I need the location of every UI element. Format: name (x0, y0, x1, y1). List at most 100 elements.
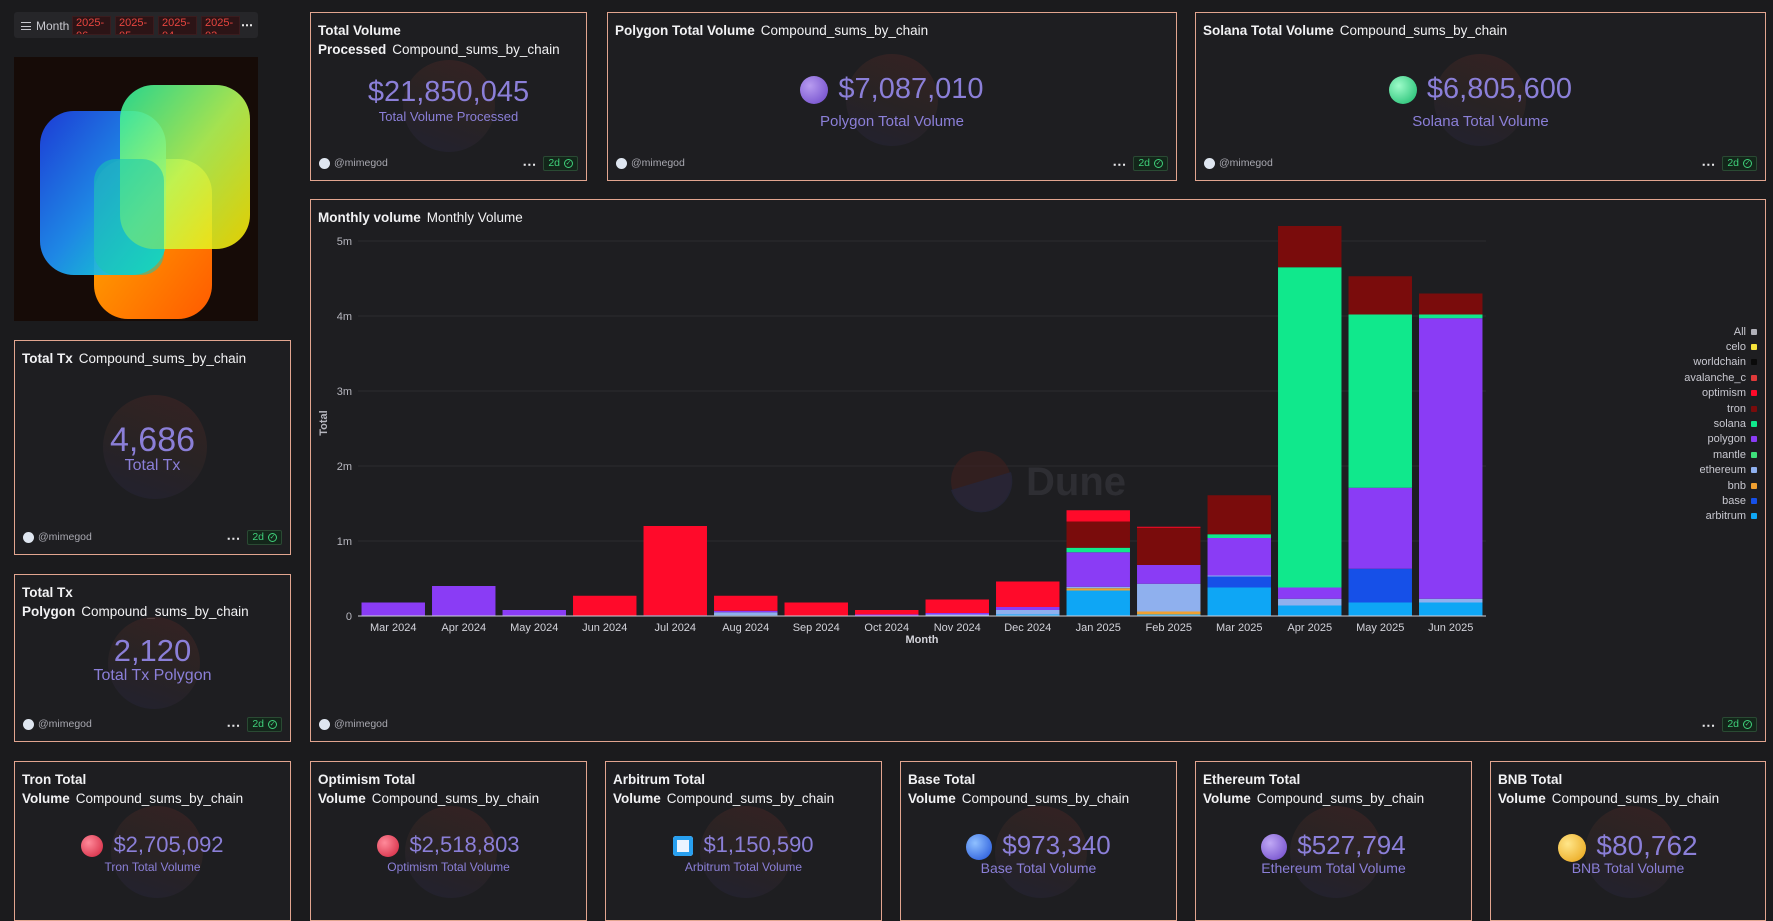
legend-item-ethereum[interactable]: ethereum (1647, 463, 1757, 478)
legend-item-optimism[interactable]: optimism (1647, 386, 1757, 401)
more-options-button[interactable]: ⋯ (1701, 157, 1715, 171)
bar-segment-ethereum[interactable] (1137, 583, 1201, 612)
bar-segment-optimism[interactable] (784, 602, 848, 617)
bar-segment-solana[interactable] (1207, 534, 1271, 538)
bar-segment-polygon[interactable] (925, 613, 989, 615)
bar-segment-ethereum[interactable] (1419, 598, 1483, 603)
bar-segment-polygon[interactable] (432, 586, 496, 616)
author-link[interactable]: @mimegod (23, 718, 92, 730)
query-name[interactable]: Compound_sums_by_chain (667, 791, 834, 806)
query-name[interactable]: Compound_sums_by_chain (962, 791, 1129, 806)
refresh-status-badge[interactable]: 2d ✓ (1722, 156, 1757, 171)
author-link[interactable]: @mimegod (616, 157, 685, 169)
bar-segment-ethereum[interactable] (714, 612, 778, 616)
bar-segment-ethereum[interactable] (996, 610, 1060, 615)
bar-segment-bnb[interactable] (1137, 611, 1201, 615)
bar-segment-arbitrum[interactable] (1278, 605, 1342, 617)
query-name[interactable]: Compound_sums_by_chain (372, 791, 539, 806)
author-link[interactable]: @mimegod (23, 531, 92, 543)
refresh-status-badge[interactable]: 2d ✓ (247, 530, 282, 545)
refresh-status-badge[interactable]: 2d ✓ (1133, 156, 1168, 171)
more-options-button[interactable]: ⋯ (1701, 718, 1715, 732)
bar-segment-optimism[interactable] (1137, 526, 1201, 528)
month-chip[interactable]: 2025-06 (72, 16, 111, 35)
bar-segment-polygon[interactable] (502, 610, 566, 616)
more-options-button[interactable]: ⋯ (1112, 157, 1126, 171)
month-chip[interactable]: 2025-04 (158, 16, 197, 35)
bar-segment-polygon[interactable] (1419, 318, 1483, 599)
bar-segment-optimism[interactable] (714, 595, 778, 611)
bar-segment-polygon[interactable] (996, 607, 1060, 610)
legend-item-base[interactable]: base (1647, 493, 1757, 508)
month-chip[interactable]: 2025-05 (115, 16, 154, 35)
bar-segment-solana[interactable] (1419, 314, 1483, 319)
bar-segment-solana[interactable] (1348, 314, 1412, 488)
bar-segment-tron[interactable] (1137, 527, 1201, 566)
bar-segment-polygon[interactable] (714, 610, 778, 613)
query-name[interactable]: Compound_sums_by_chain (1552, 791, 1719, 806)
legend-item-celo[interactable]: celo (1647, 339, 1757, 354)
bar-segment-tron[interactable] (1348, 276, 1412, 315)
bar-segment-solana[interactable] (1278, 267, 1342, 588)
more-filters-button[interactable]: ⋯ (241, 18, 253, 32)
bar-segment-bnb[interactable] (1066, 588, 1130, 591)
legend-item-polygon[interactable]: polygon (1647, 432, 1757, 447)
legend-item-arbitrum[interactable]: arbitrum (1647, 509, 1757, 524)
legend-item-avalanche_c[interactable]: avalanche_c (1647, 370, 1757, 385)
month-chip[interactable]: 2025-03 (201, 16, 240, 35)
bar-segment-optimism[interactable] (643, 526, 707, 616)
query-name[interactable]: Compound_sums_by_chain (761, 23, 928, 38)
query-name[interactable]: Compound_sums_by_chain (1340, 23, 1507, 38)
refresh-status-badge[interactable]: 2d ✓ (1722, 717, 1757, 732)
bar-segment-arbitrum[interactable] (1348, 602, 1412, 617)
bar-segment-optimism[interactable] (925, 599, 989, 614)
query-name[interactable]: Compound_sums_by_chain (392, 42, 559, 57)
more-options-button[interactable]: ⋯ (522, 157, 536, 171)
bar-segment-optimism[interactable] (1066, 510, 1130, 522)
bar-segment-optimism[interactable] (573, 595, 637, 616)
bar-segment-polygon[interactable] (855, 614, 919, 616)
bar-segment-polygon[interactable] (1278, 587, 1342, 599)
total-tx-polygon-card: Total Tx Polygon Compound_sums_by_chain 2… (14, 574, 291, 742)
bar-segment-polygon[interactable] (1066, 552, 1130, 587)
month-filter-button[interactable]: Month (21, 19, 69, 33)
bar-segment-polygon[interactable] (1207, 538, 1271, 576)
legend-item-mantle[interactable]: mantle (1647, 447, 1757, 462)
bar-segment-arbitrum[interactable] (1066, 590, 1130, 617)
bar-segment-ethereum[interactable] (925, 614, 989, 616)
query-name[interactable]: Compound_sums_by_chain (81, 604, 248, 619)
bar-segment-base[interactable] (1348, 568, 1412, 603)
legend-item-worldchain[interactable]: worldchain (1647, 355, 1757, 370)
bar-segment-tron[interactable] (1066, 521, 1130, 548)
bar-segment-ethereum[interactable] (1278, 598, 1342, 606)
bar-segment-polygon[interactable] (1137, 565, 1201, 584)
author-link[interactable]: @mimegod (319, 157, 388, 169)
bar-segment-optimism[interactable] (996, 581, 1060, 608)
bar-segment-polygon[interactable] (361, 602, 425, 617)
author-link[interactable]: @mimegod (1204, 157, 1273, 169)
author-link[interactable]: @mimegod (319, 718, 388, 730)
bar-segment-arbitrum[interactable] (1207, 587, 1271, 617)
card-title: Tron Total Volume Compound_sums_by_chain (22, 772, 244, 806)
bar-segment-base[interactable] (1207, 576, 1271, 588)
more-options-button[interactable]: ⋯ (226, 531, 240, 545)
bar-segment-ethereum[interactable] (1066, 586, 1130, 589)
bar-segment-tron[interactable] (1419, 293, 1483, 315)
bar-segment-tron[interactable] (1207, 495, 1271, 535)
query-name[interactable]: Compound_sums_by_chain (79, 351, 246, 366)
query-name[interactable]: Compound_sums_by_chain (1257, 791, 1424, 806)
refresh-status-badge[interactable]: 2d ✓ (247, 717, 282, 732)
bar-segment-ethereum[interactable] (1207, 575, 1271, 577)
query-name[interactable]: Compound_sums_by_chain (76, 791, 243, 806)
legend-item-All[interactable]: All (1647, 324, 1757, 339)
bar-segment-arbitrum[interactable] (1419, 602, 1483, 617)
legend-item-bnb[interactable]: bnb (1647, 478, 1757, 493)
more-options-button[interactable]: ⋯ (226, 718, 240, 732)
bar-segment-polygon[interactable] (1348, 487, 1412, 569)
refresh-status-badge[interactable]: 2d ✓ (543, 156, 578, 171)
legend-item-solana[interactable]: solana (1647, 416, 1757, 431)
bar-segment-optimism[interactable] (855, 610, 919, 615)
bar-segment-solana[interactable] (1066, 547, 1130, 553)
bar-segment-tron[interactable] (1278, 226, 1342, 268)
legend-item-tron[interactable]: tron (1647, 401, 1757, 416)
